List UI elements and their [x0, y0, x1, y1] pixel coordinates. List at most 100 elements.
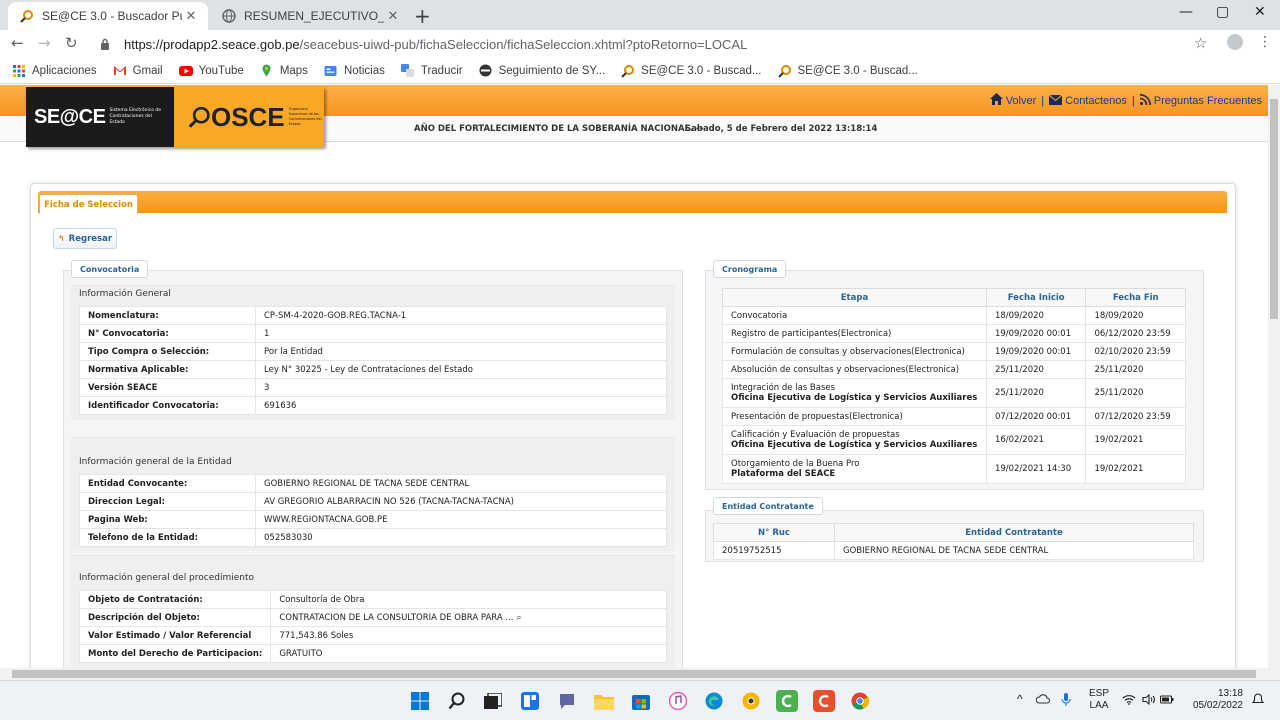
- tab-resumen[interactable]: RESUMEN_EJECUTIVO_2_20220126 ✕: [210, 2, 410, 30]
- info-procedimiento-table: Objeto de Contratación: Consultoría de Ob…: [78, 590, 667, 663]
- tab-ficha-seleccion[interactable]: Ficha de Seleccion: [39, 194, 138, 214]
- field-value: Consultoría de Obra: [270, 590, 667, 609]
- preguntas-frecuentes-link[interactable]: Preguntas Frecuentes: [1154, 95, 1262, 107]
- field-label: Descripción del Objeto:: [78, 608, 272, 627]
- vertical-scrollbar[interactable]: [1268, 85, 1280, 668]
- camtasia-green-icon[interactable]: [776, 690, 798, 712]
- envelope-icon[interactable]: [1048, 94, 1063, 108]
- etapa-name: Calificación y Evaluación de propuestas: [731, 430, 900, 440]
- bookmark-star-icon[interactable]: ☆: [1194, 34, 1207, 52]
- field-value-text: 3: [264, 382, 270, 393]
- cloud-icon[interactable]: [1035, 694, 1051, 708]
- table-row: Objeto de Contratación: Consultoría de Ob…: [78, 590, 667, 609]
- volume-icon[interactable]: [1142, 693, 1156, 709]
- forward-button[interactable]: →: [38, 34, 51, 52]
- table-row: Registro de participantes(Electronica) 19…: [722, 324, 1186, 343]
- bookmark-aplicaciones[interactable]: Aplicaciones: [12, 64, 97, 78]
- bookmark-noticias[interactable]: Noticias: [324, 64, 385, 78]
- cronograma-legend: Cronograma: [713, 260, 787, 278]
- ficha-tab-bar: [38, 191, 1227, 213]
- new-tab-button[interactable]: +: [414, 4, 431, 28]
- bookmark-seace-2[interactable]: SE@CE 3.0 - Buscad...: [777, 64, 918, 78]
- widgets-icon[interactable]: [519, 690, 541, 712]
- fecha-inicio-cell: 19/09/2020 00:01: [985, 324, 1087, 343]
- volver-link[interactable]: Volver: [1006, 95, 1037, 107]
- bookmark-label: Gmail: [132, 64, 163, 77]
- regresar-button[interactable]: ↰ Regresar: [53, 228, 117, 249]
- tab-seace[interactable]: SE@CE 3.0 - Buscador Público ✕: [8, 2, 208, 30]
- browser-toolbar: ← → ↻ https://prodapp2.seace.gob.pe/seac…: [0, 30, 1280, 58]
- bookmark-label: Seguimiento de SY...: [498, 64, 606, 77]
- info-entidad-table: Entidad Convocante: GOBIERNO REGIONAL DE …: [79, 474, 667, 547]
- notifications-icon[interactable]: [1251, 693, 1265, 709]
- windows-start-icon[interactable]: [409, 690, 431, 712]
- contactenos-link[interactable]: Contactenos: [1065, 95, 1127, 107]
- horizontal-scrollbar[interactable]: [0, 668, 1280, 680]
- teams-chat-icon[interactable]: [556, 690, 578, 712]
- battery-icon[interactable]: [1159, 694, 1174, 709]
- table-row: Tipo Compra o Selección: Por la Entidad: [79, 342, 667, 361]
- wifi-icon[interactable]: [1122, 694, 1136, 709]
- show-hidden-icons-chevron-icon[interactable]: ^: [1017, 693, 1023, 705]
- table-row: Descripción del Objeto: CONTRATACION DE L…: [78, 608, 667, 627]
- etapa-responsable: Oficina Ejecutiva de Logística y Servici…: [731, 440, 978, 450]
- file-explorer-icon[interactable]: [593, 690, 615, 712]
- clock[interactable]: 13:18 05/02/2022: [1187, 688, 1243, 712]
- windows-taskbar: ^ ESP LAA 13:18 05/02/2022: [0, 680, 1280, 720]
- seace-icon: [777, 64, 792, 78]
- etapa-cell: Calificación y Evaluación de propuestas O…: [722, 425, 987, 455]
- field-value: GOBIERNO REGIONAL DE TACNA SEDE CENTRAL: [255, 474, 667, 493]
- etapa-cell: Absolución de consultas y observaciones(…: [722, 360, 987, 379]
- microsoft-store-icon[interactable]: [630, 690, 652, 712]
- field-label: Normativa Aplicable:: [79, 360, 256, 379]
- table-row: Otorgamiento de la Buena Pro Plataforma d…: [722, 454, 1186, 484]
- bookmark-seguimiento[interactable]: Seguimiento de SY...: [479, 64, 606, 78]
- magnifier-icon[interactable]: ⌕: [516, 613, 521, 623]
- close-tab-icon[interactable]: ✕: [182, 8, 200, 24]
- seace-logo-subtitle: Sistema Electrónico de Contrataciones de…: [109, 108, 162, 125]
- bookmark-label: SE@CE 3.0 - Buscad...: [641, 64, 762, 77]
- seace-logo[interactable]: SE@CE Sistema Electrónico de Contratacio…: [26, 87, 174, 147]
- bookmark-gmail[interactable]: Gmail: [113, 64, 163, 78]
- rss-icon[interactable]: [1139, 93, 1151, 108]
- maximize-button[interactable]: ▢: [1216, 4, 1229, 20]
- back-button[interactable]: ←: [11, 34, 24, 52]
- chrome-icon[interactable]: [849, 690, 871, 712]
- url-text: https://prodapp2.seace.gob.pe/seacebus-u…: [124, 36, 748, 52]
- task-view-icon[interactable]: [482, 690, 504, 712]
- osce-logo[interactable]: OSCE Organismo Supervisor de las Contrat…: [174, 87, 324, 147]
- bookmark-maps[interactable]: Maps: [260, 64, 308, 78]
- chrome-menu-icon[interactable]: ⋮: [1258, 34, 1272, 50]
- close-tab-icon[interactable]: ✕: [384, 8, 402, 24]
- bookmark-youtube[interactable]: YouTube: [178, 64, 244, 78]
- lock-icon[interactable]: [100, 35, 114, 54]
- search-icon[interactable]: [446, 690, 468, 712]
- home-icon[interactable]: [989, 93, 1003, 108]
- scrollbar-thumb[interactable]: [1270, 99, 1278, 319]
- scrollbar-thumb[interactable]: [12, 670, 1256, 678]
- close-window-button[interactable]: ✕: [1254, 4, 1266, 20]
- tab-strip: SE@CE 3.0 - Buscador Público ✕ RESUMEN_E…: [0, 0, 1280, 30]
- fecha-inicio-cell: 25/11/2020: [985, 378, 1087, 408]
- edge-icon[interactable]: [703, 690, 725, 712]
- address-bar[interactable]: https://prodapp2.seace.gob.pe/seacebus-u…: [90, 31, 1220, 57]
- camtasia-red-icon[interactable]: [813, 690, 835, 712]
- ruc-cell: 20519752515: [713, 541, 835, 560]
- minimize-button[interactable]: —: [1179, 4, 1193, 20]
- itunes-icon[interactable]: [667, 690, 689, 712]
- bookmark-traducir[interactable]: Traducir: [401, 64, 463, 78]
- reload-button[interactable]: ↻: [65, 34, 78, 52]
- microphone-icon[interactable]: [1061, 693, 1071, 711]
- field-value: GRATUITO: [270, 644, 667, 663]
- field-value-text: 1: [264, 328, 270, 339]
- globe-icon: [222, 9, 236, 23]
- info-general-table: Nomenclatura: CP-SM-4-2020-GOB.REG.TACNA-…: [79, 306, 667, 415]
- input-language[interactable]: ESP LAA: [1089, 688, 1109, 712]
- bookmark-seace-1[interactable]: SE@CE 3.0 - Buscad...: [621, 64, 762, 78]
- field-value-text: Ley N° 30225 - Ley de Contrataciones del…: [264, 364, 473, 375]
- profile-avatar[interactable]: [1227, 34, 1243, 50]
- link-separator: |: [1131, 94, 1135, 107]
- chrome-canary-icon[interactable]: [740, 690, 762, 712]
- field-value: 052583030: [255, 528, 667, 547]
- table-row: Telefono de la Entidad: 052583030: [79, 528, 667, 547]
